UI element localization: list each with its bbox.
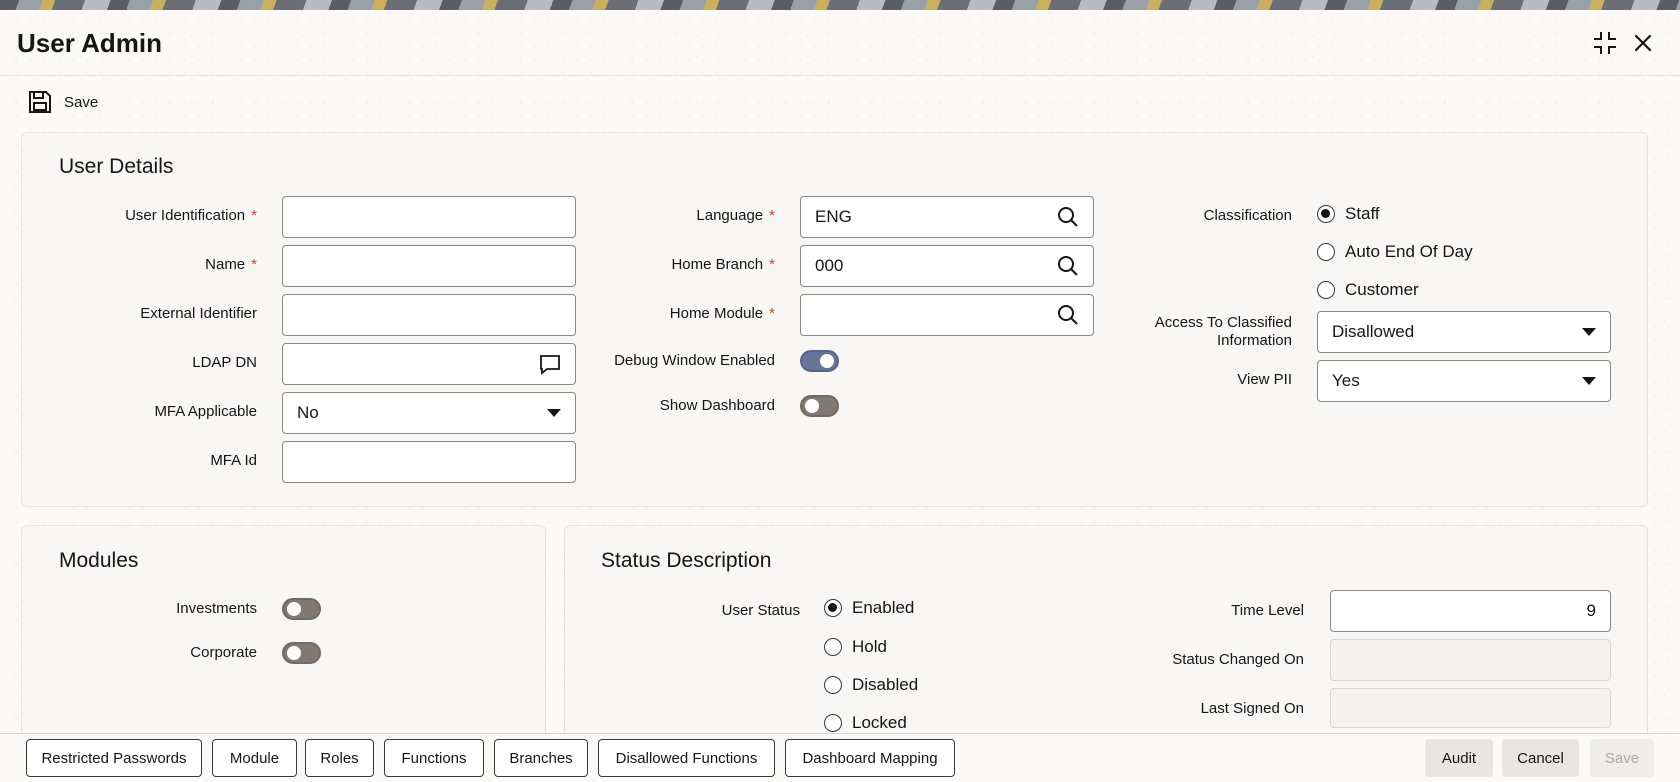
caret-down-icon <box>547 409 561 417</box>
radio-circle <box>824 676 842 694</box>
user-status-option-enabled[interactable]: Enabled <box>824 598 914 618</box>
page-title: User Admin <box>17 28 162 58</box>
search-icon[interactable] <box>1057 304 1079 326</box>
name-input[interactable] <box>282 245 576 287</box>
header-divider <box>0 75 1680 76</box>
language-input[interactable]: ENG <box>800 196 1094 238</box>
cancel-button[interactable]: Cancel <box>1502 739 1579 777</box>
mfa-id-label: MFA Id <box>210 452 257 469</box>
user-details-title: User Details <box>59 155 174 178</box>
audit-button[interactable]: Audit <box>1425 739 1493 777</box>
tab-restricted-passwords[interactable]: Restricted Passwords <box>26 739 202 777</box>
search-icon[interactable] <box>1057 255 1079 277</box>
save-button[interactable]: Save <box>1590 739 1654 777</box>
radio-circle <box>824 599 842 617</box>
tab-disallowed-functions[interactable]: Disallowed Functions <box>598 739 775 777</box>
radio-circle <box>824 638 842 656</box>
last-signed-on-field <box>1330 688 1611 728</box>
time-level-label: Time Level <box>1231 602 1304 619</box>
ldap-dn-label: LDAP DN <box>192 354 257 371</box>
top-decorative-strip <box>0 0 1680 10</box>
home-branch-input[interactable]: 000 <box>800 245 1094 287</box>
status-changed-on-label: Status Changed On <box>1172 651 1304 668</box>
mfa-id-input[interactable] <box>282 441 576 483</box>
access-classified-label: Access To Classified Information <box>1154 314 1292 349</box>
user-identification-input[interactable] <box>282 196 576 238</box>
tab-module[interactable]: Module <box>212 739 297 777</box>
corporate-toggle[interactable] <box>282 642 321 664</box>
floppy-disk-icon <box>29 91 51 113</box>
show-dashboard-toggle[interactable] <box>800 395 839 417</box>
classification-option-auto-eod[interactable]: Auto End Of Day <box>1317 242 1473 262</box>
user-status-option-hold[interactable]: Hold <box>824 637 887 657</box>
external-identifier-input[interactable] <box>282 294 576 336</box>
last-signed-on-label: Last Signed On <box>1200 700 1304 717</box>
ldap-dn-input[interactable] <box>282 343 576 385</box>
investments-label: Investments <box>176 600 257 617</box>
investments-toggle[interactable] <box>282 598 321 620</box>
maximize-button[interactable] <box>1590 28 1620 58</box>
tab-branches[interactable]: Branches <box>494 739 588 777</box>
name-label: Name * <box>205 256 257 273</box>
toolbar-save-label: Save <box>64 93 99 111</box>
access-classified-select[interactable]: Disallowed <box>1317 311 1611 353</box>
radio-circle <box>824 714 842 732</box>
caret-down-icon <box>1582 377 1596 385</box>
mfa-applicable-label: MFA Applicable <box>154 403 257 420</box>
view-pii-select[interactable]: Yes <box>1317 360 1611 402</box>
home-branch-label: Home Branch * <box>671 256 775 273</box>
status-changed-on-field <box>1330 639 1611 681</box>
user-status-label: User Status <box>721 602 800 619</box>
language-label: Language * <box>696 207 775 224</box>
radio-circle <box>1317 281 1335 299</box>
user-status-option-disabled[interactable]: Disabled <box>824 675 918 695</box>
collapse-corners-icon <box>1594 32 1616 54</box>
comment-icon[interactable] <box>539 353 561 375</box>
classification-label: Classification <box>1203 207 1292 224</box>
close-button[interactable] <box>1628 28 1658 58</box>
external-identifier-label: External Identifier <box>140 305 257 322</box>
tab-functions[interactable]: Functions <box>384 739 484 777</box>
mfa-applicable-select[interactable]: No <box>282 392 576 434</box>
show-dashboard-label: Show Dashboard <box>659 397 775 414</box>
time-level-input[interactable]: 9 <box>1330 590 1611 632</box>
user-identification-label: User Identification * <box>125 207 257 224</box>
classification-option-staff[interactable]: Staff <box>1317 204 1380 224</box>
tab-roles[interactable]: Roles <box>305 739 374 777</box>
view-pii-label: View PII <box>1237 371 1292 388</box>
debug-window-toggle[interactable] <box>800 350 839 372</box>
home-module-label: Home Module * <box>669 305 775 322</box>
radio-circle <box>1317 205 1335 223</box>
status-description-title: Status Description <box>601 549 772 572</box>
toolbar-save-button[interactable]: Save <box>28 90 98 114</box>
debug-window-label: Debug Window Enabled <box>614 352 775 369</box>
caret-down-icon <box>1582 328 1596 336</box>
close-icon <box>1634 34 1652 52</box>
search-icon[interactable] <box>1057 206 1079 228</box>
user-status-option-locked[interactable]: Locked <box>824 713 907 733</box>
corporate-label: Corporate <box>190 644 257 661</box>
radio-circle <box>1317 243 1335 261</box>
modules-title: Modules <box>59 549 139 572</box>
tab-dashboard-mapping[interactable]: Dashboard Mapping <box>785 739 955 777</box>
classification-option-customer[interactable]: Customer <box>1317 280 1419 300</box>
home-module-input[interactable] <box>800 294 1094 336</box>
